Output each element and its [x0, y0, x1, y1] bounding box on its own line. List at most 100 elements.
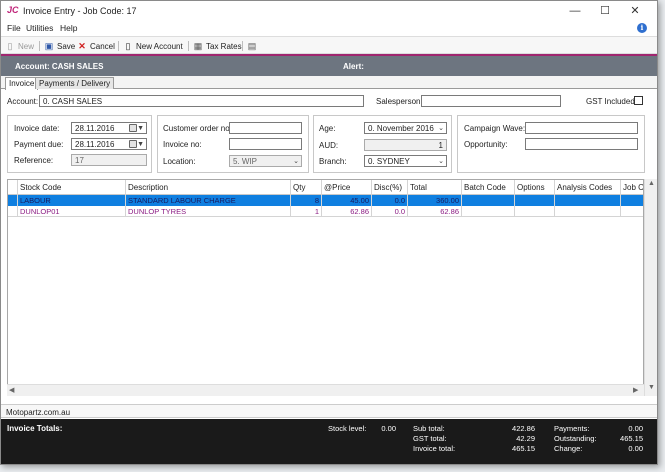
- calendar-icon[interactable]: [129, 124, 137, 132]
- minimize-button[interactable]: —: [567, 3, 583, 19]
- chevron-down-icon[interactable]: ▼: [137, 124, 144, 133]
- branch-value: 0. SYDNEY: [368, 157, 410, 166]
- calendar-icon[interactable]: [129, 140, 137, 148]
- gst-included-checkbox[interactable]: [634, 96, 643, 105]
- cell-batch-code[interactable]: [462, 195, 515, 206]
- cell-qty[interactable]: 8: [291, 195, 322, 206]
- tax-rates-button[interactable]: ▦ Tax Rates: [193, 40, 242, 52]
- campaign-wave-field[interactable]: [525, 122, 638, 134]
- cell-stock-code[interactable]: DUNLOP01: [18, 206, 126, 217]
- table-row[interactable]: DUNLOP01 DUNLOP TYRES 1 62.86 0.0 62.86: [8, 206, 643, 217]
- branch-select[interactable]: 0. SYDNEY ⌄: [364, 155, 447, 167]
- cell-options[interactable]: [515, 206, 555, 217]
- cell-description[interactable]: STANDARD LABOUR CHARGE: [126, 195, 291, 206]
- cell-total[interactable]: 360.00: [408, 195, 462, 206]
- cell-disc[interactable]: 0.0: [372, 206, 408, 217]
- horizontal-scrollbar[interactable]: ◀ ▶: [7, 384, 644, 396]
- cell-disc[interactable]: 0.0: [372, 195, 408, 206]
- maximize-button[interactable]: ☐: [597, 3, 613, 19]
- cell-price[interactable]: 45.00: [322, 195, 372, 206]
- col-disc[interactable]: Disc(%): [372, 180, 408, 195]
- location-select[interactable]: 5. WIP ⌄: [229, 155, 302, 167]
- scroll-down-icon[interactable]: ▼: [648, 384, 655, 391]
- status-bar: Motopartz.com.au: [1, 404, 657, 418]
- scroll-up-icon[interactable]: ▲: [648, 180, 655, 187]
- aud-field[interactable]: 1: [364, 139, 447, 151]
- cell-total[interactable]: 62.86: [408, 206, 462, 217]
- invoice-no-field[interactable]: [229, 138, 302, 150]
- new-button[interactable]: ▯ New: [5, 40, 35, 52]
- payments-label: Payments:: [554, 424, 590, 433]
- menu-bar: File Utilities Help: [1, 21, 657, 35]
- opportunity-label: Opportunity:: [464, 140, 508, 149]
- cell-job-code[interactable]: [621, 206, 643, 217]
- customer-order-label: Customer order no:: [163, 124, 232, 133]
- menu-utilities[interactable]: Utilities: [26, 23, 53, 33]
- customer-order-field[interactable]: [229, 122, 302, 134]
- outstanding-value: 465.15: [620, 434, 643, 443]
- new-label: New: [18, 41, 35, 51]
- invoice-date-field[interactable]: 28.11.2016 ▼: [71, 122, 147, 134]
- cell-price[interactable]: 62.86: [322, 206, 372, 217]
- cell-options[interactable]: [515, 195, 555, 206]
- invoice-totals-panel: Invoice Totals: Stock level: 0.00 Sub to…: [1, 419, 657, 464]
- cell-job-code[interactable]: [621, 195, 643, 206]
- tab-invoice[interactable]: Invoice: [5, 77, 39, 90]
- col-options[interactable]: Options: [515, 180, 555, 195]
- age-label: Age:: [319, 124, 336, 133]
- cell-analysis-codes[interactable]: [555, 195, 621, 206]
- menu-file[interactable]: File: [7, 23, 21, 33]
- col-total[interactable]: Total: [408, 180, 462, 195]
- cell-description[interactable]: DUNLOP TYRES: [126, 206, 291, 217]
- age-select[interactable]: 0. November 2016 ⌄: [364, 122, 447, 134]
- cancel-label: Cancel: [90, 41, 115, 51]
- sub-total-label: Sub total:: [413, 424, 445, 433]
- table-row[interactable]: LABOUR STANDARD LABOUR CHARGE 8 45.00 0.…: [8, 195, 643, 206]
- info-icon[interactable]: i: [637, 23, 647, 33]
- outstanding-label: Outstanding:: [554, 434, 597, 443]
- toolbar-divider: [242, 41, 243, 51]
- cancel-button[interactable]: ✕ Cancel: [77, 40, 115, 52]
- row-indicator-header: [8, 180, 18, 195]
- vertical-scrollbar[interactable]: ▲ ▼: [644, 179, 657, 396]
- cell-stock-code[interactable]: LABOUR: [18, 195, 126, 206]
- col-description[interactable]: Description: [126, 180, 291, 195]
- col-price[interactable]: @Price: [322, 180, 372, 195]
- cell-analysis-codes[interactable]: [555, 206, 621, 217]
- col-batch-code[interactable]: Batch Code: [462, 180, 515, 195]
- payment-due-field[interactable]: 28.11.2016 ▼: [71, 138, 147, 150]
- branch-label: Branch:: [319, 157, 347, 166]
- new-account-button[interactable]: ▯ New Account: [123, 40, 183, 52]
- age-value: 0. November 2016: [368, 124, 434, 133]
- salesperson-field[interactable]: [421, 95, 561, 107]
- col-stock-code[interactable]: Stock Code: [18, 180, 126, 195]
- notes-button[interactable]: ▤: [247, 40, 257, 52]
- save-icon: ▣: [44, 41, 54, 51]
- col-qty[interactable]: Qty: [291, 180, 322, 195]
- cell-qty[interactable]: 1: [291, 206, 322, 217]
- cell-batch-code[interactable]: [462, 206, 515, 217]
- opportunity-field[interactable]: [525, 138, 638, 150]
- campaign-wave-label: Campaign Wave:: [464, 124, 526, 133]
- account-bar: Account: CASH SALES Alert:: [1, 56, 657, 76]
- account-field[interactable]: 0. CASH SALES: [39, 95, 364, 107]
- chevron-down-icon[interactable]: ▼: [137, 140, 144, 149]
- chevron-down-icon[interactable]: ⌄: [438, 157, 444, 166]
- col-analysis-codes[interactable]: Analysis Codes: [555, 180, 621, 195]
- close-button[interactable]: ✕: [627, 3, 643, 19]
- invoice-lines-grid: Stock Code Description Qty @Price Disc(%…: [7, 179, 644, 396]
- window-title: Invoice Entry - Job Code: 17: [23, 6, 137, 16]
- invoice-total-label: Invoice total:: [413, 444, 456, 453]
- tab-payments-delivery[interactable]: Payments / Delivery: [35, 77, 115, 89]
- col-job-code[interactable]: Job Co: [621, 180, 643, 195]
- account-label: Account:: [7, 97, 39, 106]
- scroll-right-icon[interactable]: ▶: [633, 386, 638, 394]
- chevron-down-icon[interactable]: ⌄: [438, 124, 444, 133]
- save-button[interactable]: ▣ Save: [44, 40, 76, 52]
- change-value: 0.00: [628, 444, 643, 453]
- reference-field[interactable]: 17: [71, 154, 147, 166]
- account-bar-alert: Alert:: [343, 62, 364, 71]
- menu-help[interactable]: Help: [60, 23, 77, 33]
- scroll-left-icon[interactable]: ◀: [9, 386, 14, 394]
- invoice-no-label: Invoice no:: [163, 140, 202, 149]
